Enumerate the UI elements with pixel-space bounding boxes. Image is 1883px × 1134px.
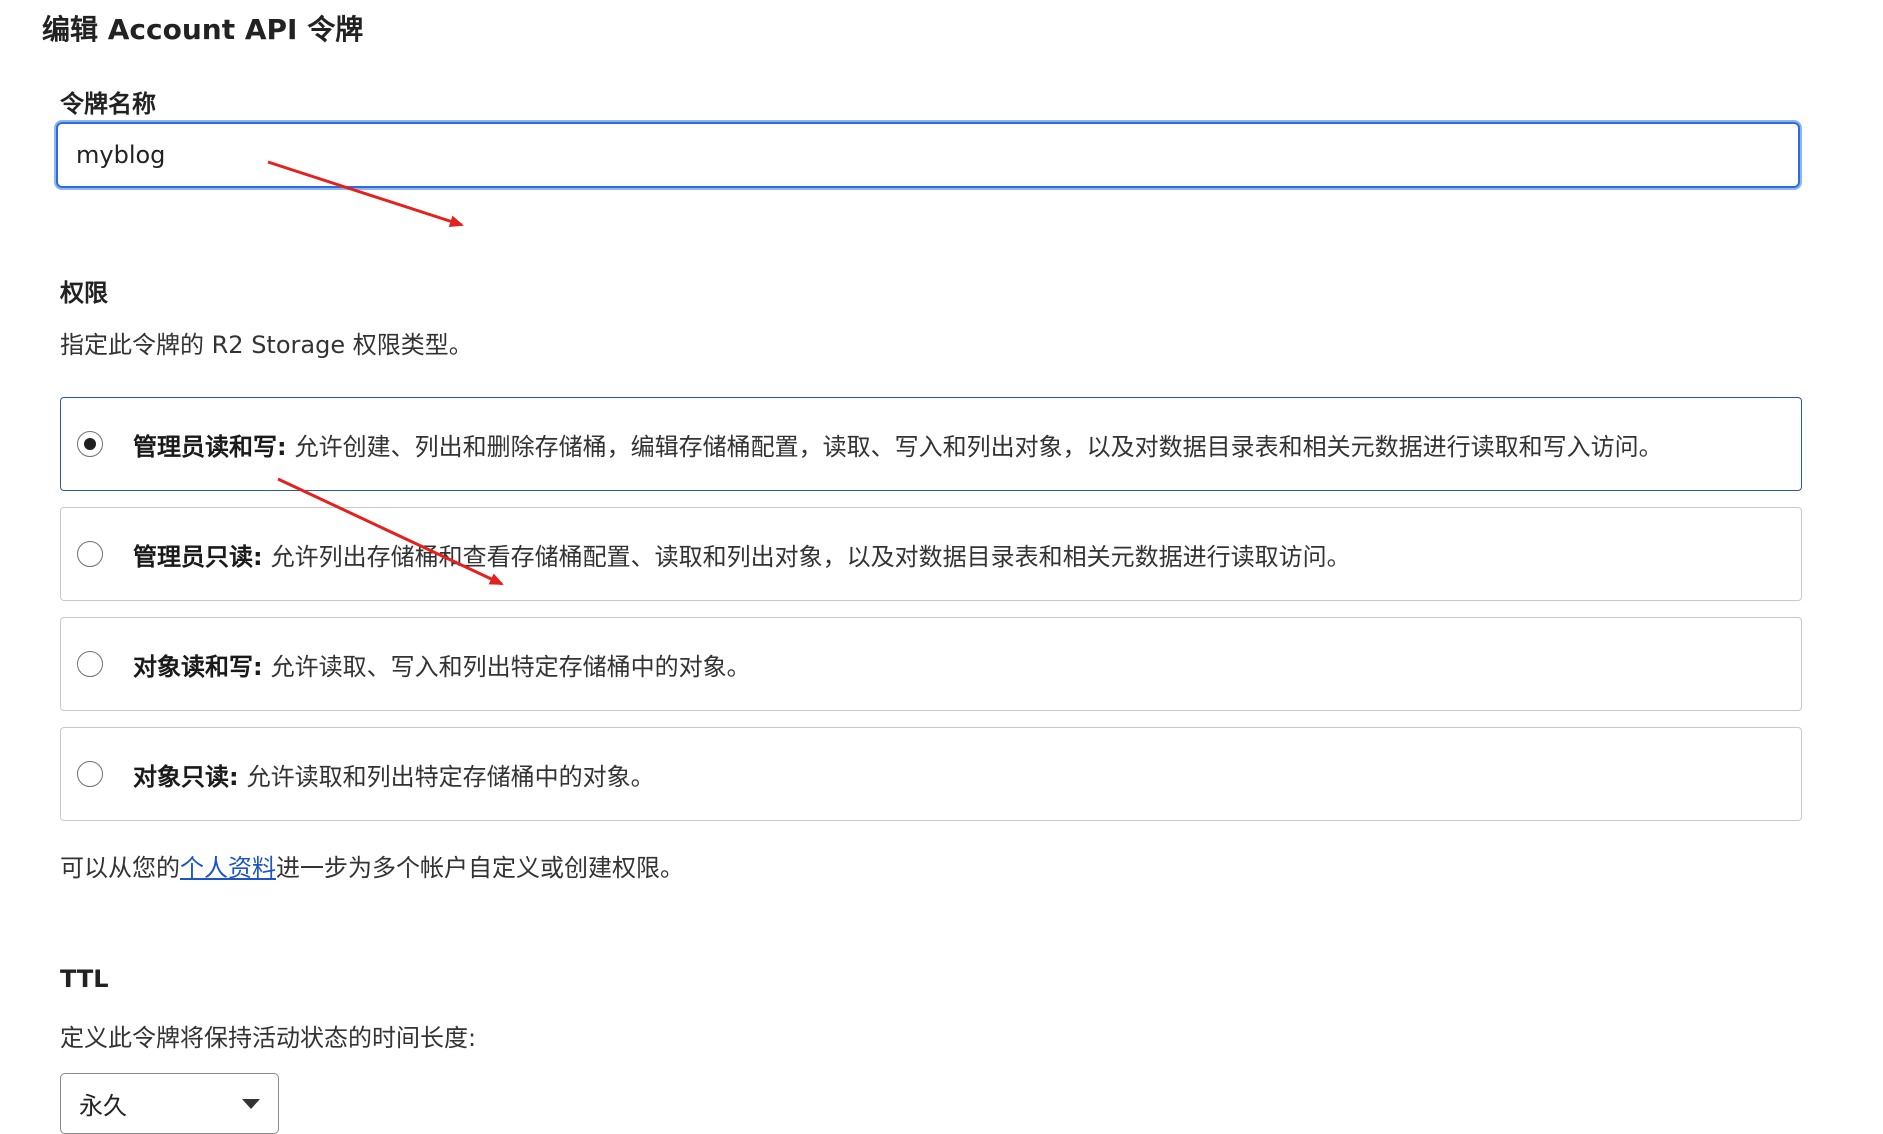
permission-option-title: 管理员只读: bbox=[133, 542, 263, 571]
permissions-label: 权限 bbox=[60, 279, 108, 307]
radio-object-read-only[interactable] bbox=[77, 761, 103, 787]
profile-link[interactable]: 个人资料 bbox=[180, 854, 276, 882]
token-name-label: 令牌名称 bbox=[60, 90, 156, 118]
permission-option-text: 对象只读: 允许读取和列出特定存储桶中的对象。 bbox=[133, 757, 655, 792]
permission-option-description: 允许读取和列出特定存储桶中的对象。 bbox=[246, 762, 655, 791]
token-name-input[interactable] bbox=[56, 122, 1800, 188]
permissions-footer: 可以从您的个人资料进一步为多个帐户自定义或创建权限。 bbox=[60, 848, 684, 883]
footer-prefix: 可以从您的 bbox=[60, 854, 180, 882]
permissions-description: 指定此令牌的 R2 Storage 权限类型。 bbox=[60, 331, 473, 359]
permission-option-admin-read-only[interactable]: 管理员只读: 允许列出存储桶和查看存储桶配置、读取和列出对象，以及对数据目录表和相… bbox=[60, 507, 1802, 601]
radio-admin-read-write[interactable] bbox=[77, 431, 103, 457]
ttl-select[interactable]: 永久 bbox=[60, 1073, 279, 1134]
radio-object-read-write[interactable] bbox=[77, 651, 103, 677]
permission-option-text: 对象读和写: 允许读取、写入和列出特定存储桶中的对象。 bbox=[133, 647, 751, 682]
permission-option-title: 对象读和写: bbox=[133, 652, 263, 681]
permission-option-description: 允许创建、列出和删除存储桶，编辑存储桶配置，读取、写入和列出对象，以及对数据目录… bbox=[294, 432, 1663, 461]
ttl-description: 定义此令牌将保持活动状态的时间长度: bbox=[60, 1024, 477, 1052]
permission-option-title: 对象只读: bbox=[133, 762, 239, 791]
permission-option-title: 管理员读和写: bbox=[133, 432, 287, 461]
permission-option-admin-read-write[interactable]: 管理员读和写: 允许创建、列出和删除存储桶，编辑存储桶配置，读取、写入和列出对象，… bbox=[60, 397, 1802, 491]
permission-option-object-read-only[interactable]: 对象只读: 允许读取和列出特定存储桶中的对象。 bbox=[60, 727, 1802, 821]
footer-suffix: 进一步为多个帐户自定义或创建权限。 bbox=[276, 854, 684, 882]
permission-option-object-read-write[interactable]: 对象读和写: 允许读取、写入和列出特定存储桶中的对象。 bbox=[60, 617, 1802, 711]
radio-admin-read-only[interactable] bbox=[77, 541, 103, 567]
ttl-label: TTL bbox=[60, 965, 109, 993]
page-title: 编辑 Account API 令牌 bbox=[42, 13, 364, 46]
permission-option-text: 管理员只读: 允许列出存储桶和查看存储桶配置、读取和列出对象，以及对数据目录表和相… bbox=[133, 537, 1351, 572]
permission-option-text: 管理员读和写: 允许创建、列出和删除存储桶，编辑存储桶配置，读取、写入和列出对象，… bbox=[133, 427, 1663, 462]
caret-down-icon bbox=[242, 1098, 260, 1109]
permission-option-description: 允许列出存储桶和查看存储桶配置、读取和列出对象，以及对数据目录表和相关元数据进行… bbox=[270, 542, 1351, 571]
permission-option-description: 允许读取、写入和列出特定存储桶中的对象。 bbox=[270, 652, 751, 681]
edit-token-page: 编辑 Account API 令牌 令牌名称 权限 指定此令牌的 R2 Stor… bbox=[0, 0, 1883, 1134]
ttl-selected-value: 永久 bbox=[79, 1092, 127, 1120]
